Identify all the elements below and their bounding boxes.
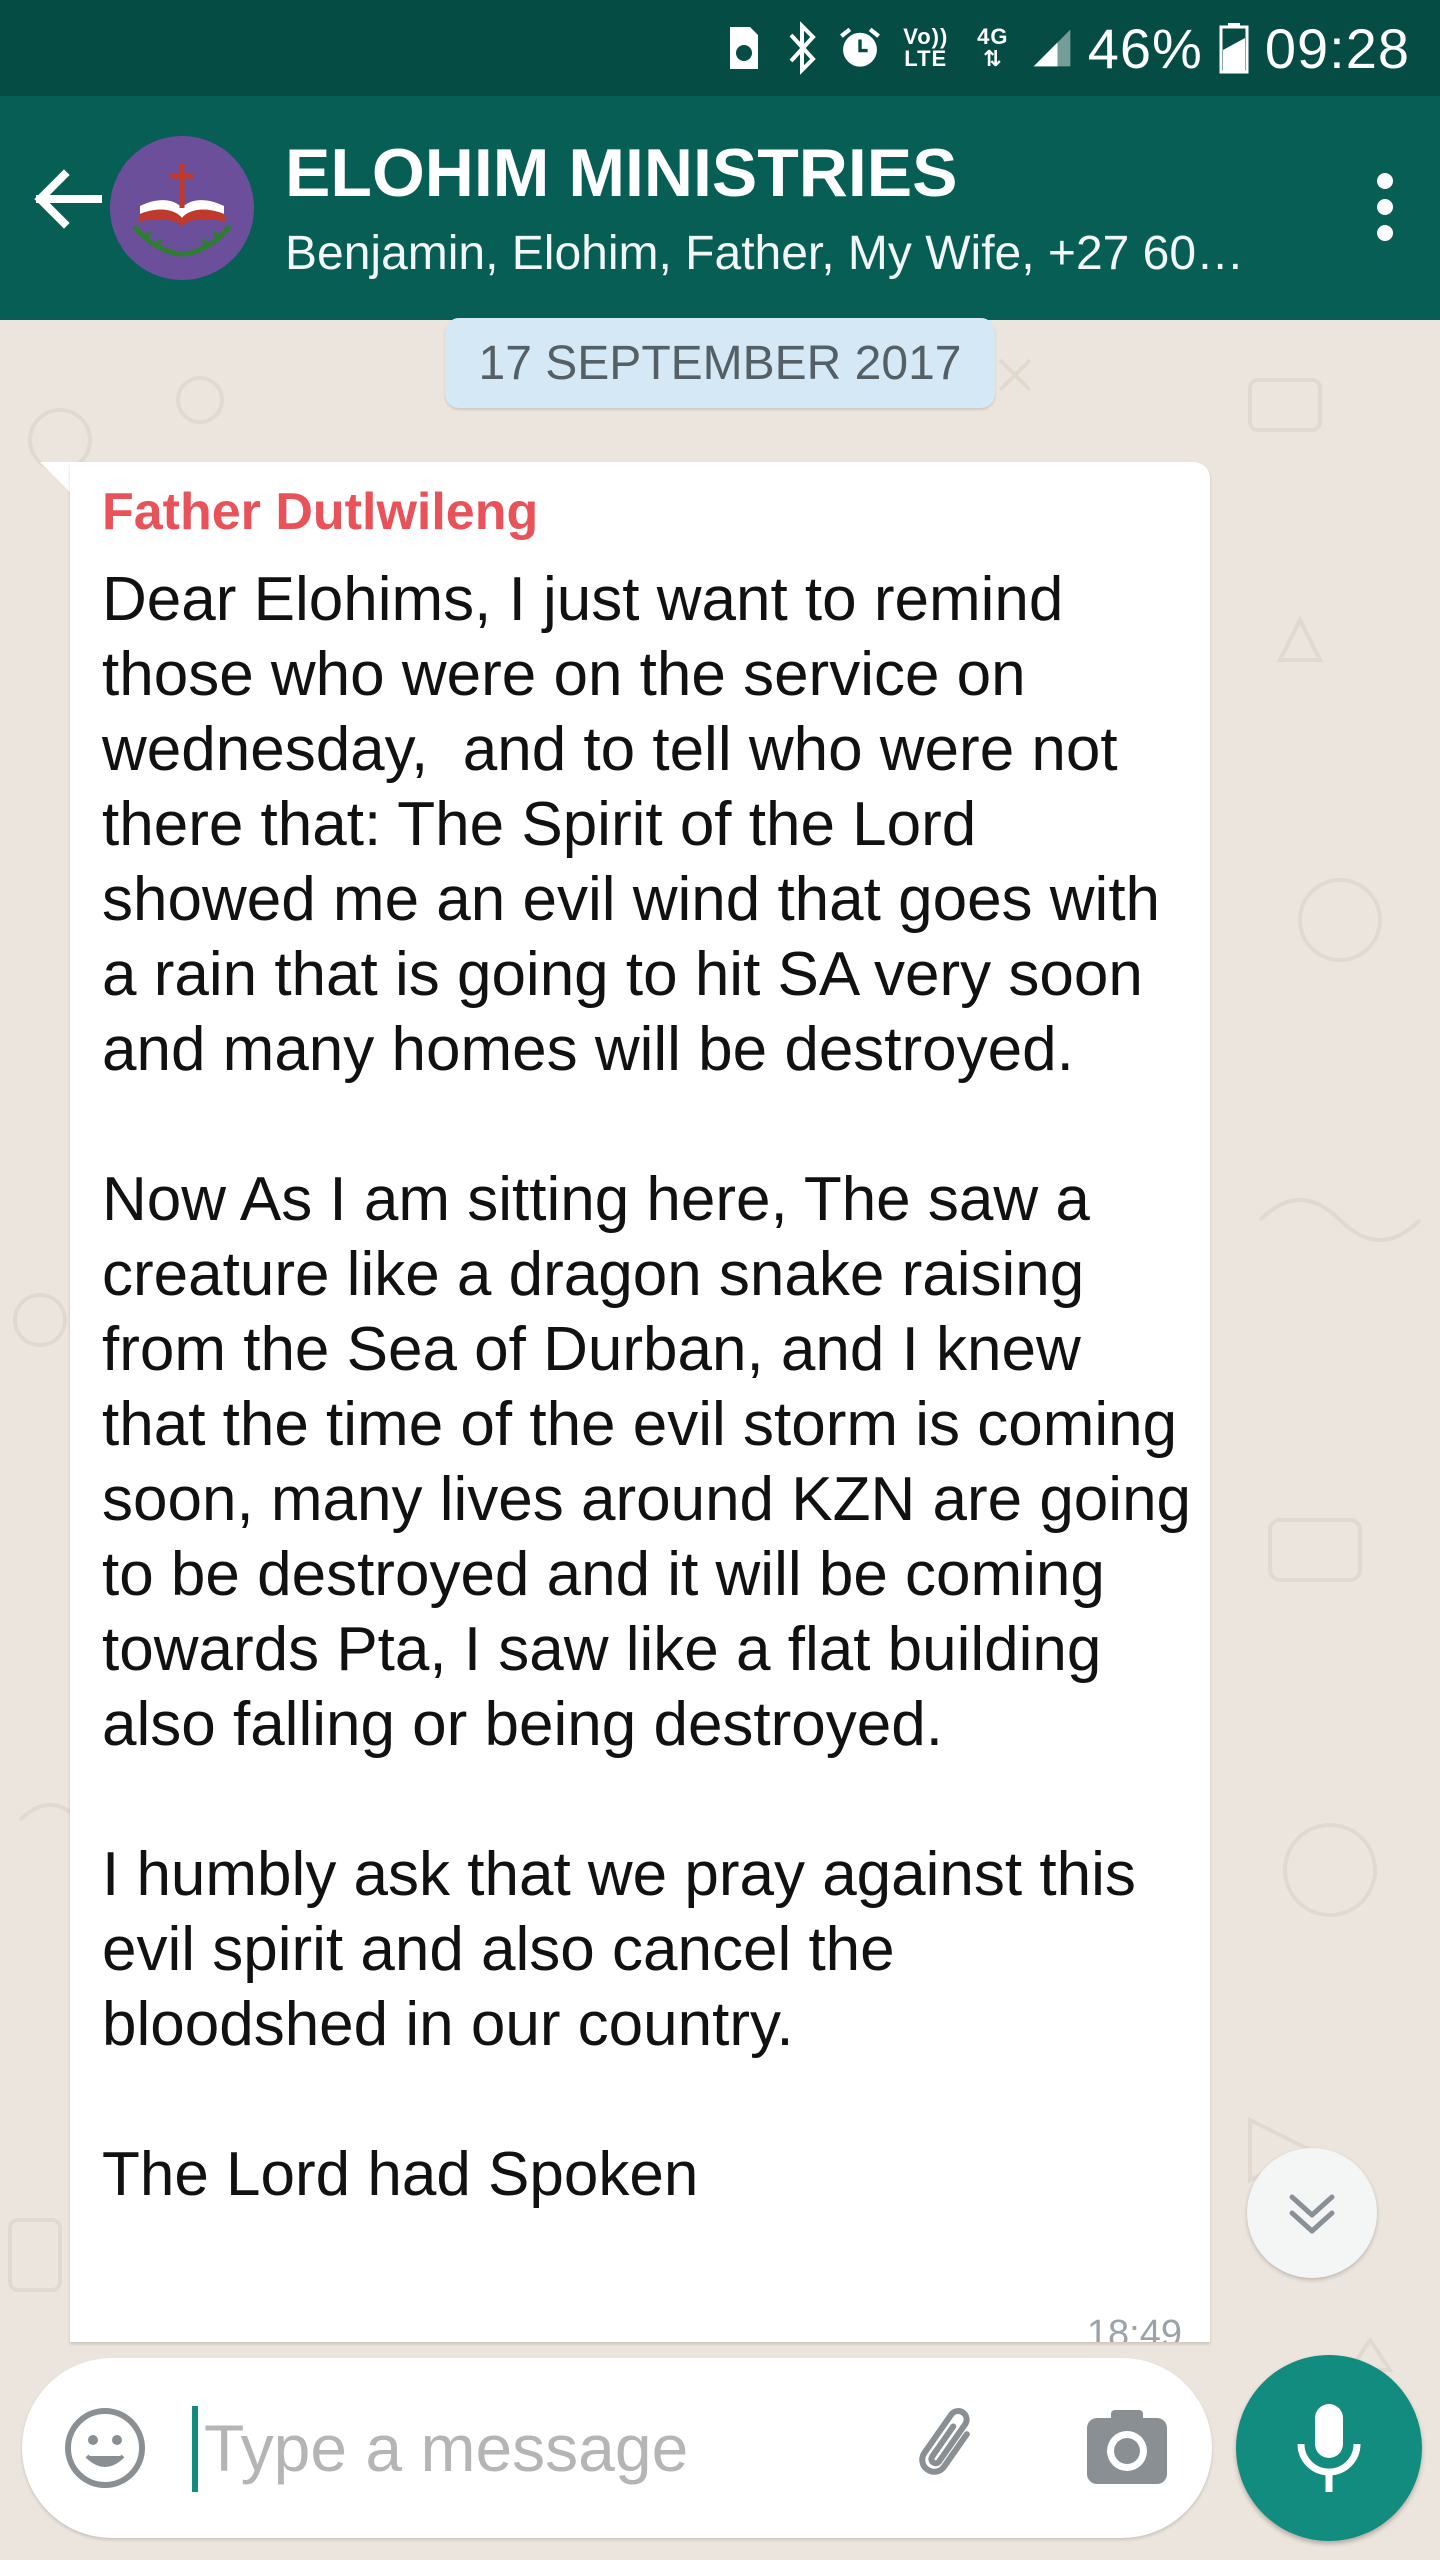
message-bubble[interactable]: Father Dutlwileng Dear Elohims, I just w…: [70, 462, 1210, 2342]
chat-participants[interactable]: Benjamin, Elohim, Father, My Wife, +27 6…: [285, 226, 1285, 281]
date-divider: 17 SEPTEMBER 2017: [445, 318, 995, 408]
arrow-left-icon: [34, 169, 102, 229]
emoji-button[interactable]: [60, 2403, 150, 2493]
more-vert-icon: [1377, 173, 1393, 189]
double-chevron-down-icon: [1289, 2194, 1335, 2234]
camera-button[interactable]: [1077, 2398, 1177, 2498]
group-avatar[interactable]: [110, 136, 254, 280]
more-options-button[interactable]: [1350, 152, 1420, 262]
microphone-icon: [1297, 2404, 1361, 2492]
bluetooth-icon: [780, 20, 824, 76]
message-input[interactable]: [198, 2388, 724, 2508]
back-button[interactable]: [22, 154, 112, 244]
signal-icon: [1030, 20, 1074, 76]
status-time: 09:28: [1264, 16, 1410, 80]
network-type-icon: 4G ⇅: [970, 20, 1016, 76]
network-type-label: 4G: [977, 24, 1009, 49]
chat-title[interactable]: ELOHIM MINISTRIES: [285, 134, 957, 212]
data-arrows-icon: ⇅: [983, 46, 1003, 71]
scroll-to-bottom-button[interactable]: [1247, 2148, 1377, 2278]
status-bar: Vo)) LTE 4G ⇅ 46% 09:28: [0, 0, 1440, 96]
alarm-icon: [838, 20, 882, 76]
smiley-icon: [65, 2408, 145, 2488]
volte-label-bottom: LTE: [904, 46, 948, 71]
message-time: 18:49: [1086, 2313, 1182, 2342]
attach-button[interactable]: [902, 2398, 1002, 2498]
message-text: Dear Elohims, I just want to remind thos…: [102, 565, 1192, 2209]
volte-icon: Vo)) LTE: [896, 20, 956, 76]
camera-icon: [1087, 2410, 1167, 2484]
sim-recycle-icon: [722, 20, 766, 76]
bible-logo-icon: [110, 136, 254, 280]
battery-icon: [1217, 20, 1251, 76]
message-composer: [22, 2358, 1212, 2538]
battery-percent: 46%: [1087, 16, 1203, 80]
status-icons: Vo)) LTE 4G ⇅ 46% 09:28: [722, 0, 1410, 96]
sender-name[interactable]: Father Dutlwileng: [102, 482, 538, 542]
voice-message-button[interactable]: [1236, 2355, 1422, 2541]
chat-header: ELOHIM MINISTRIES Benjamin, Elohim, Fath…: [0, 96, 1440, 320]
volte-label-top: Vo)): [903, 24, 949, 49]
paperclip-icon: [919, 2408, 970, 2475]
